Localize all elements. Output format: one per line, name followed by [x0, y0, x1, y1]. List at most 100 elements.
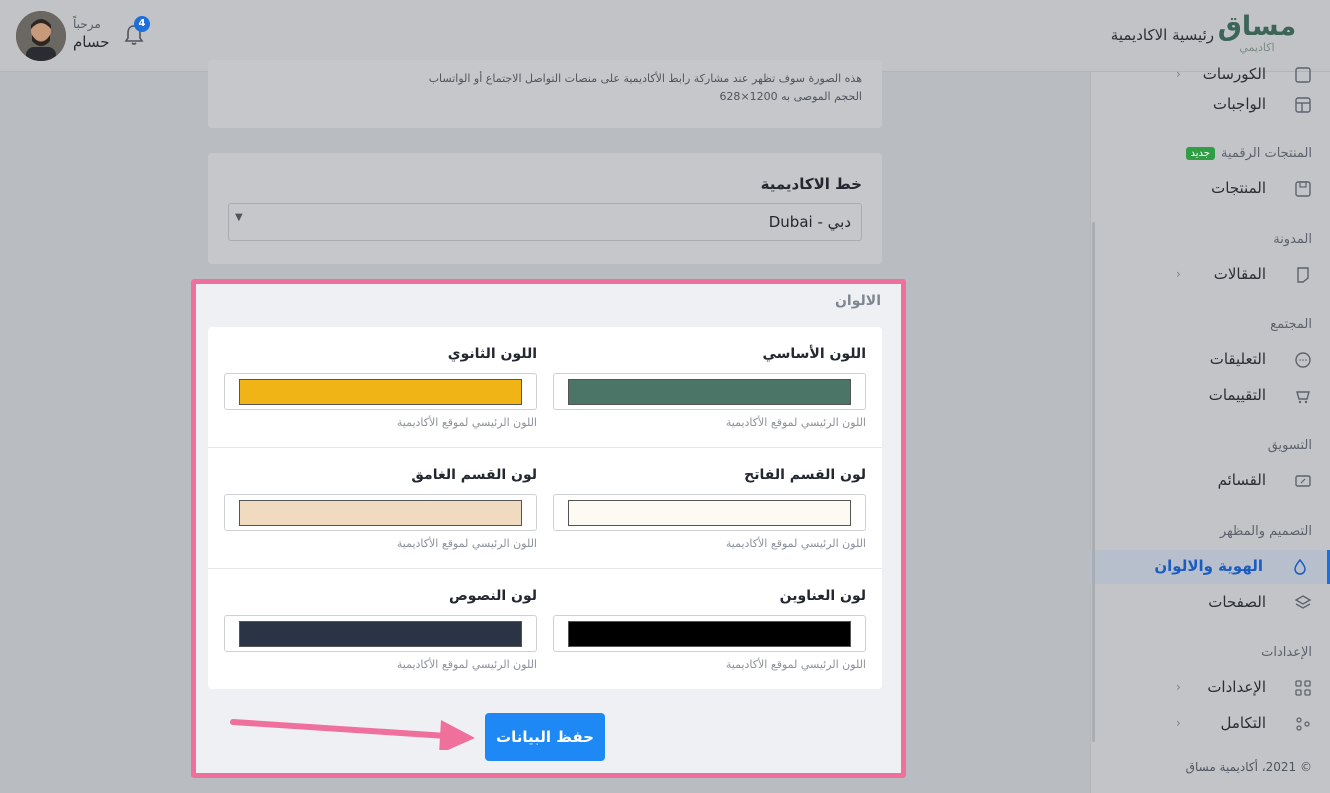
color-row: اللون الأساسي اللون الرئيسي لموقع الأكاد…	[208, 327, 882, 448]
sidebar-item-label: المقالات	[1213, 265, 1266, 283]
course-icon	[1295, 67, 1311, 83]
sidebar-item-pages[interactable]: الصفحات	[1090, 586, 1330, 620]
sidebar-item-label: الهوية والالوان	[1154, 557, 1263, 575]
chevron-left-icon: ‹	[1176, 67, 1181, 81]
brand-logo[interactable]: مساق اكاديمي	[1212, 12, 1302, 54]
sidebar-item-label: الإعدادات	[1207, 678, 1266, 696]
color-swatch[interactable]	[568, 621, 851, 647]
color-swatch[interactable]	[568, 379, 851, 405]
sidebar-item-label: التعليقات	[1209, 350, 1266, 368]
sidebar-item-label: المنتجات	[1211, 179, 1266, 197]
save-data-button[interactable]: حفظ البيانات	[485, 713, 605, 761]
field-help: اللون الرئيسي لموقع الأكاديمية	[725, 537, 866, 550]
user-name: حسام	[73, 33, 110, 51]
field-label: لون النصوص	[448, 588, 537, 604]
color-swatch[interactable]	[568, 500, 851, 526]
layout-icon	[1295, 97, 1311, 113]
dark-section-color-field: لون القسم الغامق اللون الرئيسي لموقع الأ…	[224, 448, 537, 569]
font-select[interactable]: دبي - Dubai ▼	[228, 203, 862, 241]
sidebar-section-digital-products: المنتجات الرقمية جديد	[1185, 146, 1312, 161]
greeting-text: مرحباً	[73, 17, 101, 31]
sidebar-item-label: الواجبات	[1212, 95, 1266, 113]
layers-icon	[1294, 595, 1312, 609]
colors-card: اللون الأساسي اللون الرئيسي لموقع الأكاد…	[208, 327, 882, 689]
sidebar-item-label: الصفحات	[1208, 593, 1266, 611]
chevron-left-icon: ‹	[1176, 267, 1181, 281]
field-help: اللون الرئيسي لموقع الأكاديمية	[725, 658, 866, 671]
secondary-color-field: اللون الثانوي اللون الرئيسي لموقع الأكاد…	[224, 327, 537, 448]
font-select-value: دبي - Dubai	[768, 213, 851, 231]
field-label: اللون الثانوي	[447, 346, 537, 362]
color-swatch[interactable]	[239, 379, 522, 405]
primary-color-input[interactable]	[553, 373, 866, 410]
color-swatch[interactable]	[239, 500, 522, 526]
logo-main-text: مساق	[1217, 11, 1297, 42]
avatar-image	[16, 11, 66, 61]
sidebar-section-community: المجتمع	[1270, 317, 1312, 332]
document-icon	[1297, 267, 1309, 283]
sidebar-item-label: التكامل	[1220, 714, 1266, 732]
sidebar-section-settings: الإعدادات	[1261, 645, 1312, 660]
section-label: المنتجات الرقمية	[1220, 146, 1312, 161]
primary-color-field: اللون الأساسي اللون الرئيسي لموقع الأكاد…	[553, 327, 866, 448]
og-image-card: هذه الصورة سوف تظهر عند مشاركة رابط الأك…	[208, 60, 882, 128]
text-color-field: لون النصوص اللون الرئيسي لموقع الأكاديمي…	[224, 569, 537, 690]
sidebar-item-coupons[interactable]: القسائم	[1090, 464, 1330, 498]
box-icon	[1295, 181, 1311, 197]
field-help: اللون الرئيسي لموقع الأكاديمية	[725, 416, 866, 429]
field-help: اللون الرئيسي لموقع الأكاديمية	[396, 658, 537, 671]
user-greeting: مرحباً حسام	[73, 16, 110, 52]
field-help: اللون الرئيسي لموقع الأكاديمية	[396, 537, 537, 550]
sidebar-section-blog: المدونة	[1273, 232, 1312, 247]
copyright-footer: © 2021، أكاديمية مساق	[1185, 760, 1312, 774]
headings-color-input[interactable]	[553, 615, 866, 652]
sidebar-section-design: التصميم والمظهر	[1219, 524, 1312, 539]
field-help: اللون الرئيسي لموقع الأكاديمية	[396, 416, 537, 429]
sidebar-scrollbar[interactable]	[1092, 222, 1095, 742]
colors-section-highlight: الالوان اللون الأساسي اللون الرئيسي لموق…	[191, 279, 906, 778]
grid-icon	[1295, 680, 1311, 696]
sidebar: الكورسات ‹ الواجبات المنتجات الرقمية جديد…	[1090, 65, 1330, 793]
secondary-color-input[interactable]	[224, 373, 537, 410]
sidebar-item-reviews[interactable]: التقييمات	[1090, 379, 1330, 413]
review-icon	[1296, 391, 1310, 404]
drop-icon	[1294, 558, 1306, 575]
chevron-left-icon: ‹	[1176, 680, 1181, 694]
og-size-text: الحجم الموصى به 1200×628	[719, 90, 862, 103]
new-badge: جديد	[1185, 147, 1215, 160]
annotation-arrow-icon	[230, 719, 475, 750]
field-label: لون القسم الفاتح	[744, 467, 866, 483]
light-section-color-input[interactable]	[553, 494, 866, 531]
caret-down-icon: ▼	[235, 212, 243, 223]
field-label: لون العناوين	[779, 588, 866, 604]
sidebar-item-courses[interactable]: الكورسات ‹	[1090, 58, 1330, 92]
avatar[interactable]	[16, 11, 66, 61]
notification-badge: 4	[134, 16, 150, 32]
color-row: لون القسم الفاتح اللون الرئيسي لموقع الأ…	[208, 448, 882, 569]
dark-section-color-input[interactable]	[224, 494, 537, 531]
headings-color-field: لون العناوين اللون الرئيسي لموقع الأكادي…	[553, 569, 866, 690]
light-section-color-field: لون القسم الفاتح اللون الرئيسي لموقع الأ…	[553, 448, 866, 569]
chevron-left-icon: ‹	[1176, 716, 1181, 730]
color-swatch[interactable]	[239, 621, 522, 647]
font-title: خط الاكاديمية	[760, 175, 862, 193]
colors-title: الالوان	[834, 293, 881, 309]
sidebar-item-articles[interactable]: المقالات ‹	[1090, 258, 1330, 292]
academy-home-link[interactable]: رئيسية الاكاديمية	[1111, 26, 1214, 44]
sidebar-section-marketing: التسويق	[1267, 438, 1312, 453]
chat-icon	[1295, 352, 1311, 368]
logo-sub-text: اكاديمي	[1239, 41, 1275, 54]
sidebar-item-label: التقييمات	[1208, 386, 1266, 404]
sidebar-item-label: القسائم	[1217, 471, 1266, 489]
sidebar-item-products[interactable]: المنتجات	[1090, 172, 1330, 206]
sidebar-item-comments[interactable]: التعليقات	[1090, 343, 1330, 377]
academy-font-card: خط الاكاديمية دبي - Dubai ▼	[208, 153, 882, 264]
sidebar-item-assignments[interactable]: الواجبات	[1090, 88, 1330, 122]
og-help-text: هذه الصورة سوف تظهر عند مشاركة رابط الأك…	[428, 72, 862, 85]
nodes-icon	[1296, 717, 1310, 731]
sidebar-item-integration[interactable]: التكامل ‹	[1090, 707, 1330, 741]
field-label: اللون الأساسي	[762, 346, 866, 362]
text-color-input[interactable]	[224, 615, 537, 652]
sidebar-item-settings[interactable]: الإعدادات ‹	[1090, 671, 1330, 705]
sidebar-item-identity-colors[interactable]: الهوية والالوان	[1090, 550, 1330, 584]
